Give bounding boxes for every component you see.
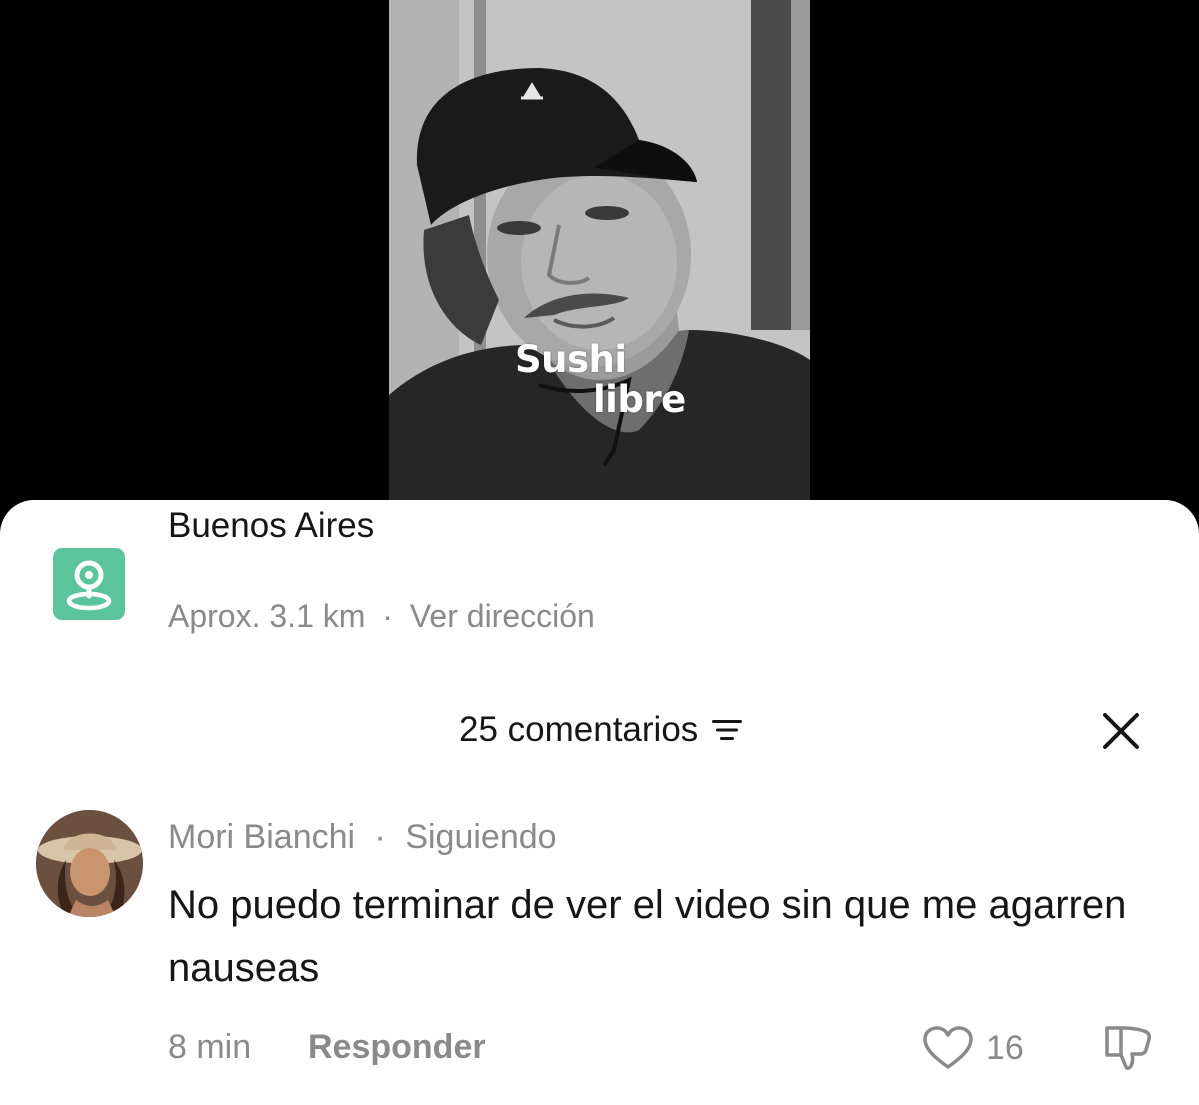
location-distance: Aprox. 3.1 km bbox=[168, 598, 366, 634]
video-scene-image bbox=[389, 0, 810, 500]
comments-sheet: Buenos Aires Aprox. 3.1 km · Ver direcci… bbox=[0, 500, 1199, 1105]
directions-link[interactable]: Ver dirección bbox=[410, 598, 595, 634]
sort-lines-icon[interactable] bbox=[710, 717, 744, 743]
avatar[interactable] bbox=[36, 810, 143, 917]
comments-count-button[interactable]: 25 comentarios bbox=[459, 705, 744, 755]
comment-author-line: Mori Bianchi · Siguiendo bbox=[168, 818, 557, 857]
location-row[interactable]: Buenos Aires Aprox. 3.1 km · Ver direcci… bbox=[53, 506, 1153, 638]
close-icon[interactable] bbox=[1101, 711, 1141, 751]
comment-author[interactable]: Mori Bianchi bbox=[168, 818, 355, 856]
location-meta: Aprox. 3.1 km · Ver dirección bbox=[168, 598, 595, 635]
comment-actions: 8 min Responder 16 bbox=[168, 1026, 1168, 1070]
comments-header: 25 comentarios bbox=[0, 705, 1199, 755]
like-button[interactable]: 16 bbox=[922, 1026, 1024, 1070]
video-caption-line-2: libre bbox=[593, 378, 686, 421]
location-pin-icon bbox=[53, 548, 125, 620]
separator-dot: · bbox=[374, 818, 386, 856]
thumbs-down-icon[interactable] bbox=[1102, 1022, 1154, 1074]
comment-text: No puedo terminar de ver el video sin qu… bbox=[168, 883, 1127, 990]
comments-count: 25 comentarios bbox=[459, 710, 699, 749]
heart-outline-icon[interactable] bbox=[922, 1025, 974, 1071]
like-count: 16 bbox=[986, 1028, 1024, 1067]
comment-item: Mori Bianchi · Siguiendo No puedo termin… bbox=[0, 808, 1199, 1078]
following-label: Siguiendo bbox=[405, 818, 557, 856]
video-frame[interactable]: Sushi libre bbox=[389, 0, 810, 500]
app-root: Sushi libre Buenos Aires Aprox. 3.1 km ·… bbox=[0, 0, 1199, 1105]
video-caption-line-1: Sushi bbox=[515, 338, 627, 381]
comment-time: 8 min bbox=[168, 1028, 252, 1066]
reply-button[interactable]: Responder bbox=[308, 1028, 486, 1067]
separator-dot: · bbox=[382, 598, 393, 634]
location-title: Buenos Aires bbox=[168, 506, 375, 545]
video-player[interactable]: Sushi libre bbox=[0, 0, 1199, 500]
